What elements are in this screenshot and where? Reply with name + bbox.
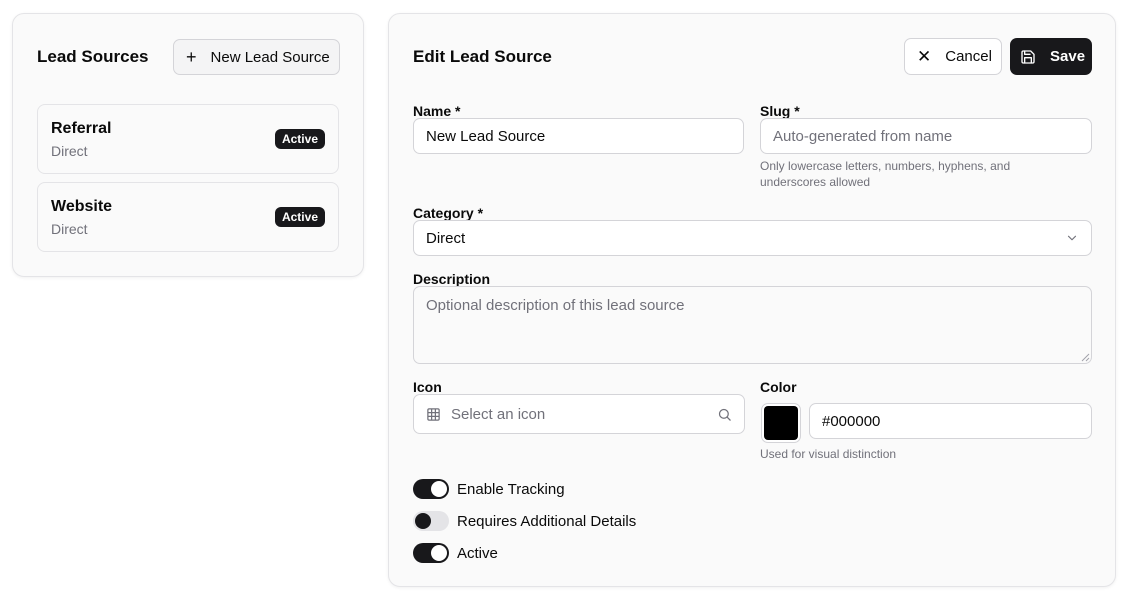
- icon-picker[interactable]: Select an icon: [413, 394, 745, 434]
- name-label: Name *: [413, 103, 461, 119]
- toggle-knob: [415, 513, 431, 529]
- new-lead-source-label: New Lead Source: [210, 48, 330, 66]
- requires-details-toggle[interactable]: [413, 511, 449, 531]
- resize-handle-icon[interactable]: [1080, 352, 1090, 362]
- plus-icon: +: [186, 47, 197, 67]
- slug-hint-line-1: Only lowercase letters, numbers, hyphens…: [760, 159, 1011, 173]
- panel-title: Lead Sources: [37, 47, 149, 66]
- cancel-label: Cancel: [945, 48, 992, 65]
- requires-details-label: Requires Additional Details: [457, 512, 637, 530]
- category-label: Category *: [413, 205, 484, 221]
- color-swatch[interactable]: [761, 403, 801, 443]
- enable-tracking-toggle[interactable]: [413, 479, 449, 499]
- icon-placeholder: Select an icon: [451, 405, 546, 423]
- color-hex-input[interactable]: #000000: [809, 403, 1092, 439]
- list-item-website[interactable]: Website Direct Active: [37, 182, 339, 252]
- description-textarea[interactable]: Optional description of this lead source: [413, 286, 1092, 364]
- icon-label: Icon: [413, 379, 442, 395]
- edit-lead-source-panel: Edit Lead Source ✕ Cancel Save Name * Ne…: [388, 13, 1116, 587]
- toggle-knob: [431, 481, 447, 497]
- source-name: Website: [51, 198, 113, 215]
- description-placeholder: Optional description of this lead source: [426, 297, 685, 314]
- save-icon: [1021, 49, 1035, 64]
- active-label: Active: [457, 544, 498, 562]
- chevron-down-icon: [1067, 235, 1077, 241]
- status-badge: Active: [274, 129, 325, 149]
- active-toggle[interactable]: [413, 543, 449, 563]
- grid-icon: [427, 407, 440, 421]
- close-icon: ✕: [917, 46, 932, 66]
- color-label: Color: [760, 379, 797, 395]
- category-value: Direct: [426, 229, 466, 247]
- enable-tracking-label: Enable Tracking: [457, 480, 565, 498]
- toggle-knob: [431, 545, 447, 561]
- source-category: Direct: [51, 221, 88, 237]
- save-label: Save: [1050, 48, 1086, 65]
- name-input[interactable]: New Lead Source: [413, 118, 744, 154]
- description-label: Description: [413, 271, 491, 287]
- slug-input[interactable]: Auto-generated from name: [760, 118, 1092, 154]
- toggle-row-active: Active: [413, 543, 498, 563]
- new-lead-source-button[interactable]: + New Lead Source: [173, 39, 340, 75]
- color-hint: Used for visual distinction: [760, 447, 897, 461]
- save-button[interactable]: Save: [1010, 38, 1092, 75]
- source-category: Direct: [51, 143, 88, 159]
- source-name: Referral: [51, 120, 112, 137]
- slug-hint-line-2: underscores allowed: [760, 175, 871, 189]
- search-icon: [718, 408, 731, 421]
- slug-label: Slug *: [760, 103, 800, 119]
- edit-title: Edit Lead Source: [413, 47, 552, 66]
- lead-sources-panel: Lead Sources + New Lead Source Referral …: [12, 13, 364, 277]
- status-badge: Active: [274, 207, 325, 227]
- cancel-button[interactable]: ✕ Cancel: [904, 38, 1002, 75]
- toggle-row-requires-details: Requires Additional Details: [413, 511, 636, 531]
- list-item-referral[interactable]: Referral Direct Active: [37, 104, 339, 174]
- toggle-row-enable-tracking: Enable Tracking: [413, 479, 565, 499]
- category-select[interactable]: Direct: [413, 220, 1092, 256]
- color-swatch-fill: [764, 406, 798, 440]
